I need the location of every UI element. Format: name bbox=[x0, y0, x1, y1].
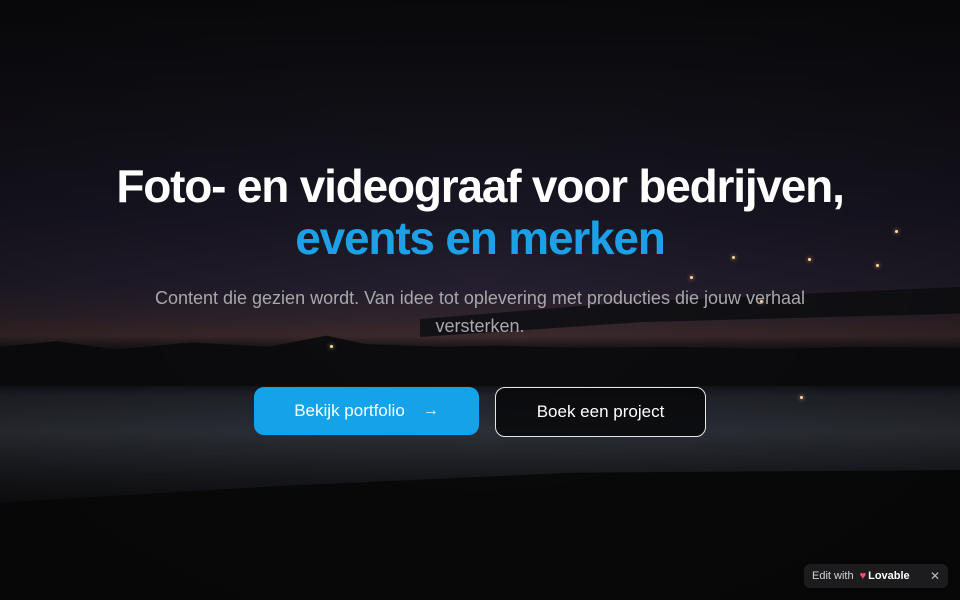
badge-brand: Lovable bbox=[868, 570, 910, 582]
headline-line-1: Foto- en videograaf voor bedrijven, bbox=[116, 160, 845, 212]
badge-prefix: Edit with bbox=[812, 570, 854, 582]
book-project-button[interactable]: Boek een project bbox=[495, 387, 706, 437]
view-portfolio-label: Bekijk portfolio bbox=[294, 401, 405, 420]
headline-line-2-accent: events en merken bbox=[295, 212, 666, 264]
hero-section: Foto- en videograaf voor bedrijven, even… bbox=[0, 0, 960, 600]
view-portfolio-button[interactable]: Bekijk portfolio → bbox=[254, 387, 479, 435]
close-icon[interactable]: ✕ bbox=[930, 569, 940, 583]
arrow-right-icon: → bbox=[422, 402, 439, 419]
hero-headline: Foto- en videograaf voor bedrijven, even… bbox=[0, 160, 960, 264]
edit-with-lovable-badge[interactable]: Edit with ♥ Lovable ✕ bbox=[804, 564, 948, 588]
book-project-label: Boek een project bbox=[536, 402, 665, 421]
heart-icon: ♥ bbox=[859, 570, 867, 582]
hero-subtitle: Content die gezien wordt. Van idee tot o… bbox=[154, 288, 806, 336]
